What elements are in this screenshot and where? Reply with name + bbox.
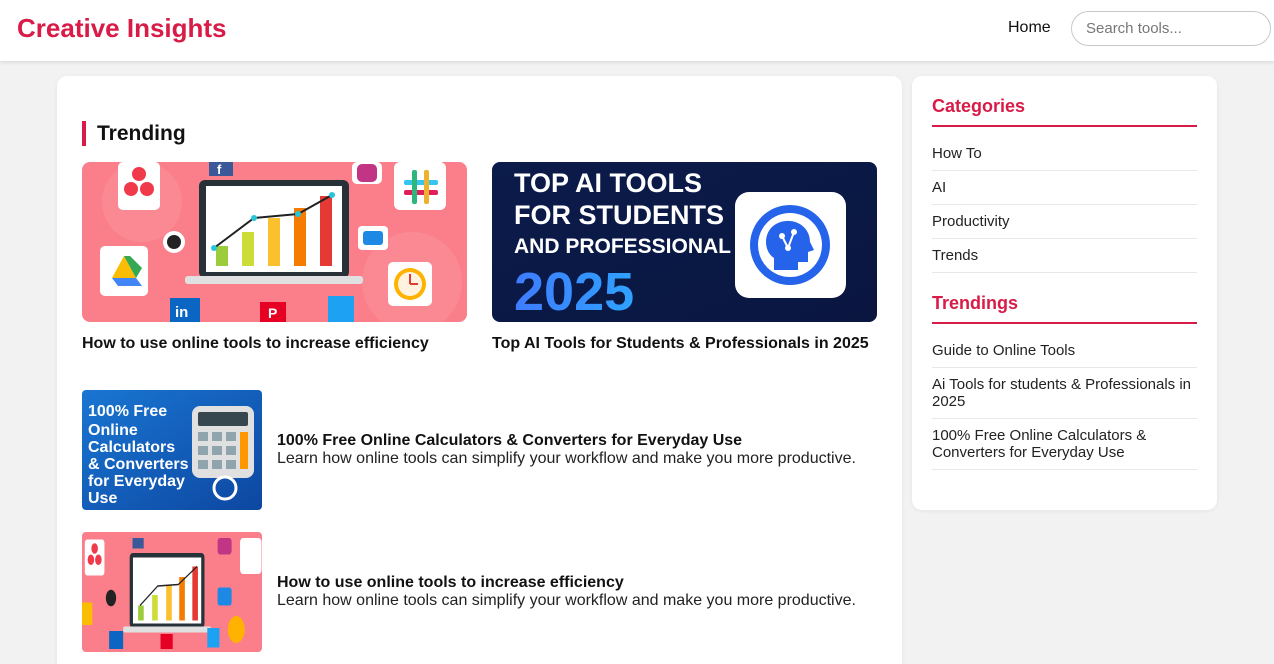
list-item-calculators[interactable]: 100% Free Online Calculators & Converter…: [82, 390, 877, 510]
thumb-text-line: 100% Free: [88, 403, 167, 420]
trending-card-efficiency[interactable]: f in P How to use online tools to increa…: [82, 162, 467, 354]
calculators-thumbnail: 100% Free Online Calculators & Converter…: [82, 390, 262, 510]
nav-home-link[interactable]: Home: [1008, 19, 1051, 37]
trending-card-title[interactable]: How to use online tools to increase effi…: [82, 334, 467, 354]
thumb-text-line: Use: [88, 490, 117, 507]
list-item-text: 100% Free Online Calculators & Converter…: [277, 432, 877, 468]
trending-card-title[interactable]: Top AI Tools for Students & Professional…: [492, 334, 877, 354]
banner-line2: FOR STUDENTS: [514, 200, 724, 230]
category-item-how-to[interactable]: How To: [932, 137, 1197, 171]
efficiency-thumbnail: [82, 532, 262, 652]
list-item-description: Learn how online tools can simplify your…: [277, 450, 856, 467]
search-input[interactable]: [1071, 11, 1271, 46]
categories-heading: Categories: [932, 96, 1197, 127]
trending-link[interactable]: Guide to Online Tools: [932, 334, 1197, 368]
thumb-text-line: Online: [88, 422, 138, 439]
trending-link[interactable]: Ai Tools for students & Professionals in…: [932, 368, 1197, 419]
list-item-efficiency[interactable]: How to use online tools to increase effi…: [82, 532, 877, 652]
efficiency-illustration: f in P: [82, 162, 467, 322]
banner-line1: TOP AI TOOLS: [514, 168, 702, 198]
trendings-list: Guide to Online Tools Ai Tools for stude…: [932, 334, 1197, 470]
categories-list: How To AI Productivity Trends: [932, 137, 1197, 273]
thumb-text-line: & Converters: [88, 456, 189, 473]
list-item-description: Learn how online tools can simplify your…: [277, 592, 856, 609]
svg-text:P: P: [268, 305, 277, 321]
trending-link[interactable]: 100% Free Online Calculators & Converter…: [932, 419, 1197, 470]
sidebar-card: Categories How To AI Productivity Trends…: [912, 76, 1217, 510]
trendings-heading: Trendings: [932, 293, 1197, 324]
main-content-card: Trending f in P How to use online tools …: [57, 76, 902, 664]
ai-tools-banner: TOP AI TOOLS FOR STUDENTS AND PROFESSION…: [492, 162, 877, 322]
svg-text:f: f: [217, 162, 222, 177]
banner-line3: AND PROFESSIONAL: [514, 235, 731, 258]
trending-card-ai-tools[interactable]: TOP AI TOOLS FOR STUDENTS AND PROFESSION…: [492, 162, 877, 354]
thumb-text-line: Calculators: [88, 439, 175, 456]
list-item-title[interactable]: How to use online tools to increase effi…: [277, 574, 877, 592]
top-navbar: Creative Insights Home: [0, 0, 1274, 61]
list-item-title[interactable]: 100% Free Online Calculators & Converter…: [277, 432, 877, 450]
trending-heading: Trending: [82, 121, 186, 146]
category-item-ai[interactable]: AI: [932, 171, 1197, 205]
category-item-trends[interactable]: Trends: [932, 239, 1197, 273]
thumb-text-line: for Everyday: [88, 473, 185, 490]
banner-year: 2025: [514, 262, 634, 322]
category-item-productivity[interactable]: Productivity: [932, 205, 1197, 239]
site-logo[interactable]: Creative Insights: [17, 13, 227, 44]
svg-text:in: in: [175, 304, 188, 321]
list-item-text: How to use online tools to increase effi…: [277, 574, 877, 610]
